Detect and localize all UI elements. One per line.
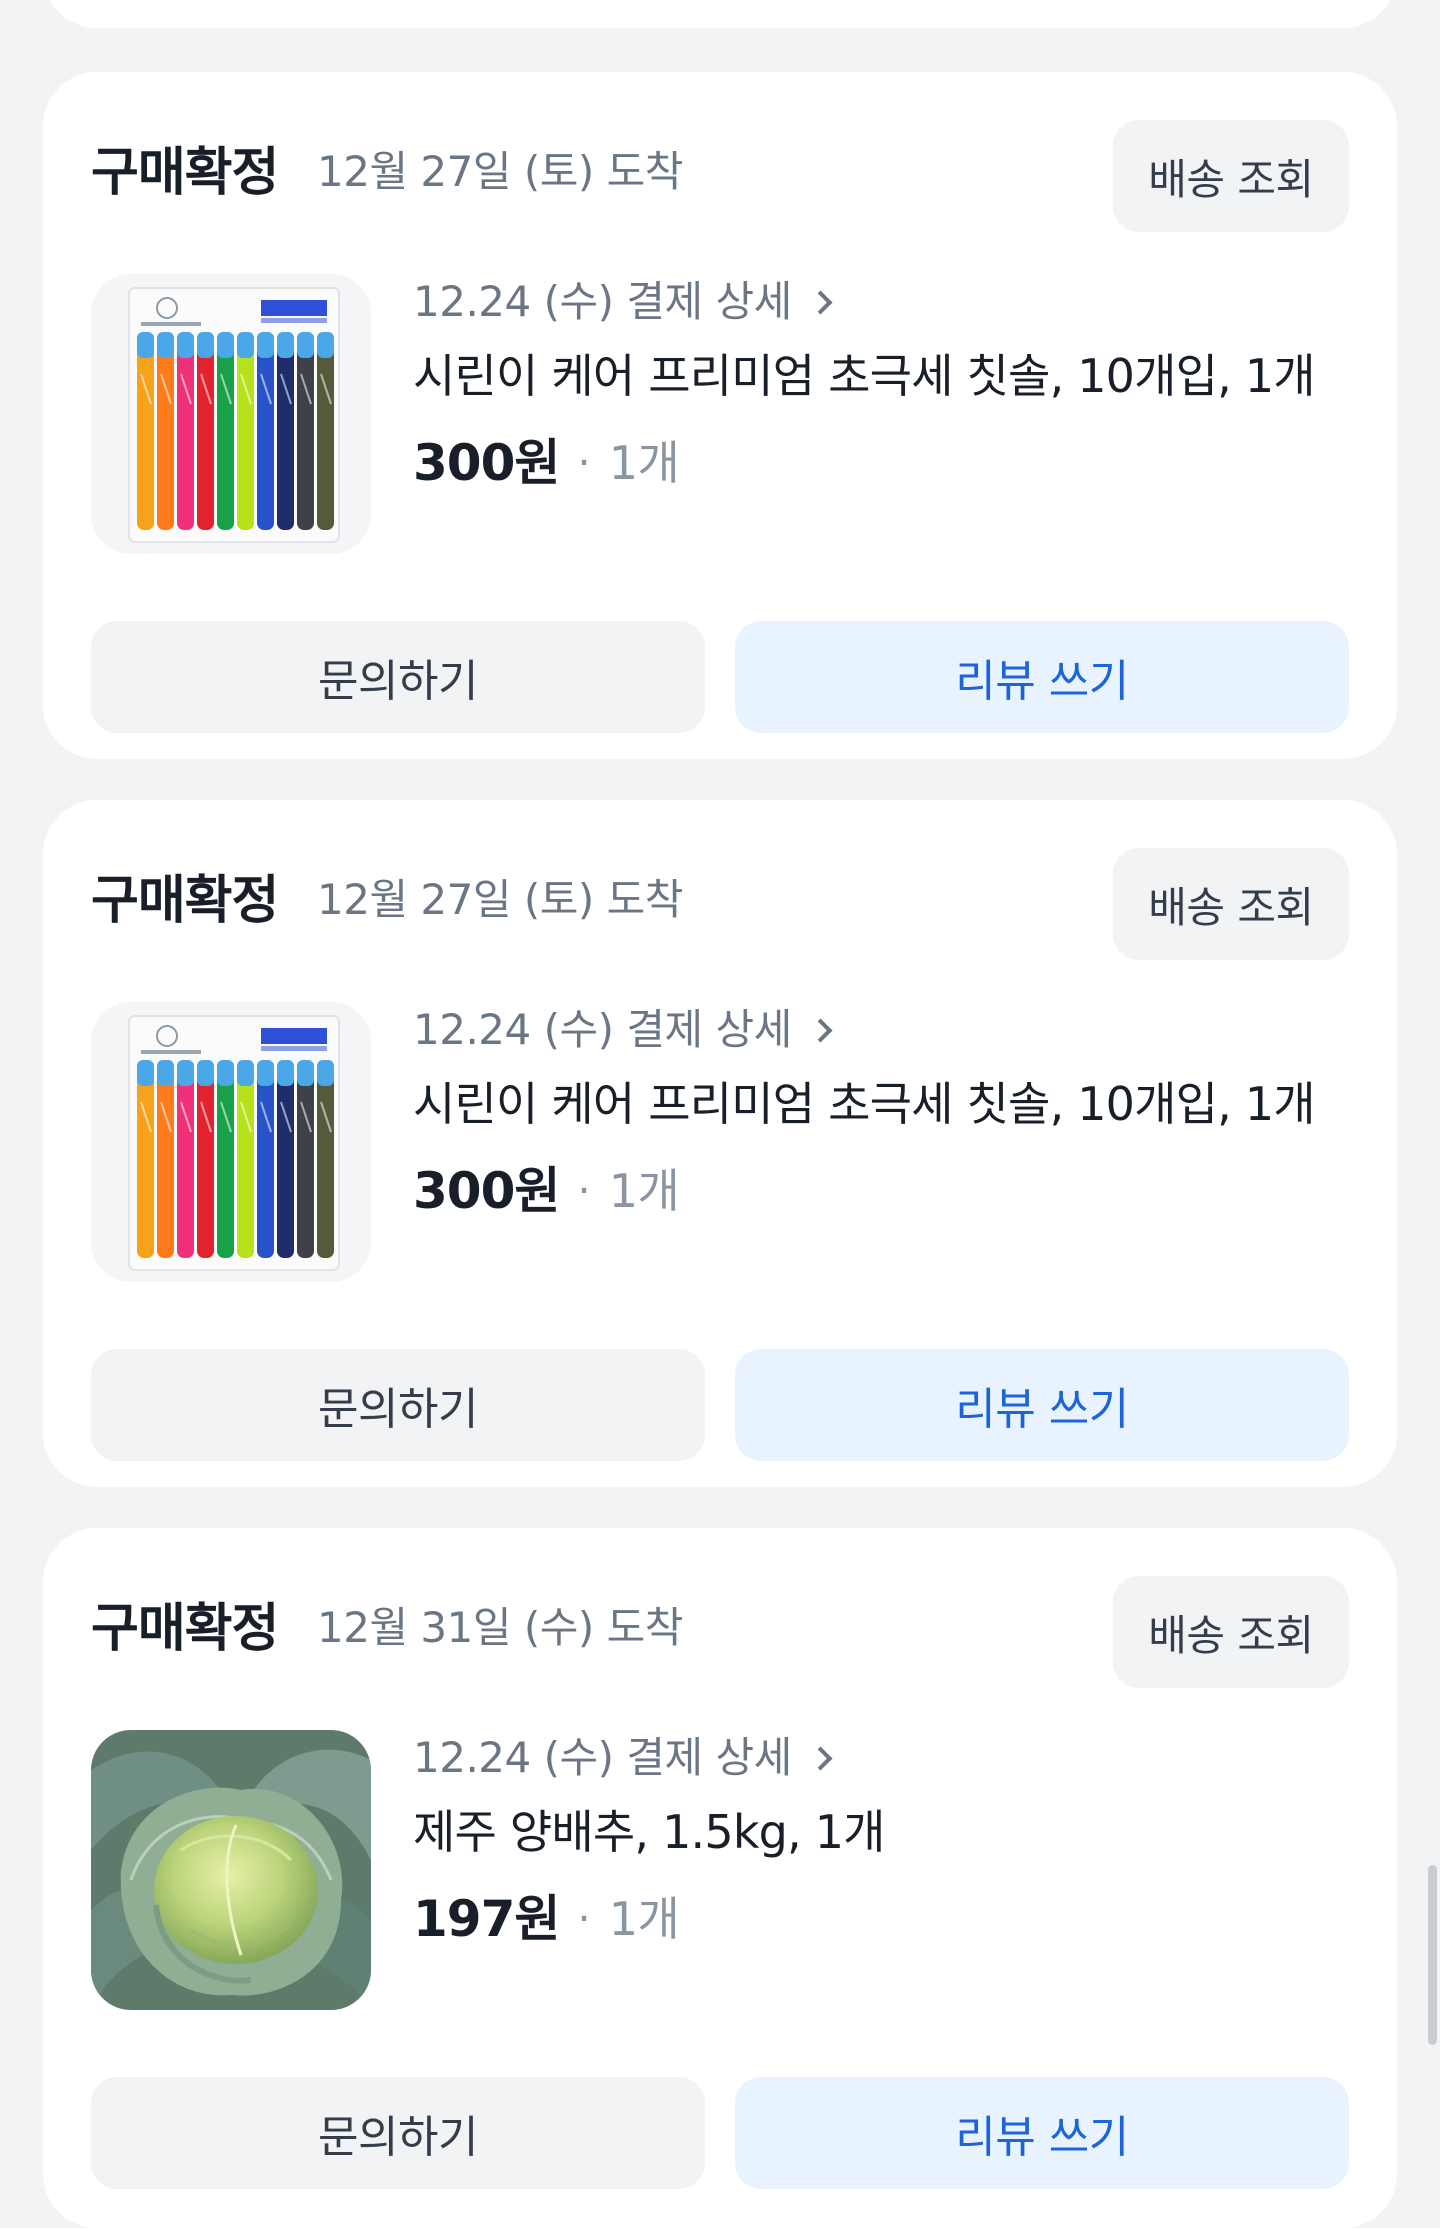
inquiry-button[interactable]: 문의하기 — [91, 1349, 705, 1461]
order-card-header: 구매확정 12월 27일 (토) 도착 배송 조회 — [91, 120, 1349, 232]
order-actions: 문의하기 리뷰 쓰기 — [91, 1349, 1349, 1461]
toothbrush-pack-image — [91, 274, 371, 554]
price: 300원 — [413, 1162, 560, 1220]
scrollbar-thumb[interactable] — [1428, 1865, 1437, 2045]
product-name[interactable]: 제주 양배추, 1.5kg, 1개 — [413, 1800, 1349, 1864]
track-delivery-button[interactable]: 배송 조회 — [1113, 120, 1349, 232]
inquiry-button[interactable]: 문의하기 — [91, 621, 705, 733]
quantity: 1개 — [608, 1892, 680, 1946]
price-line: 197원 · 1개 — [413, 1884, 1349, 1954]
order-card-header: 구매확정 12월 27일 (토) 도착 배송 조회 — [91, 848, 1349, 960]
product-image[interactable] — [91, 1002, 371, 1282]
inquiry-button[interactable]: 문의하기 — [91, 2077, 705, 2189]
payment-detail-label: 12.24 (수) 결제 상세 — [413, 277, 792, 326]
order-actions: 문의하기 리뷰 쓰기 — [91, 2077, 1349, 2189]
price-line: 300원 · 1개 — [413, 1156, 1349, 1226]
chevron-right-icon — [808, 289, 833, 315]
cabbage-image — [91, 1730, 371, 2010]
chevron-right-icon — [808, 1017, 833, 1043]
product-image[interactable] — [91, 274, 371, 554]
order-card: 구매확정 12월 31일 (수) 도착 배송 조회 12.24 (수) 결제 상… — [43, 1528, 1397, 2228]
chevron-right-icon — [808, 1745, 833, 1771]
payment-detail-label: 12.24 (수) 결제 상세 — [413, 1733, 792, 1782]
price-line: 300원 · 1개 — [413, 428, 1349, 498]
track-delivery-button[interactable]: 배송 조회 — [1113, 1576, 1349, 1688]
order-actions: 문의하기 리뷰 쓰기 — [91, 621, 1349, 733]
previous-card-bottom — [43, 0, 1397, 28]
track-delivery-button[interactable]: 배송 조회 — [1113, 848, 1349, 960]
order-info: 12.24 (수) 결제 상세 시린이 케어 프리미엄 초극세 칫솔, 10개입… — [413, 1000, 1349, 1226]
order-info: 12.24 (수) 결제 상세 시린이 케어 프리미엄 초극세 칫솔, 10개입… — [413, 272, 1349, 498]
write-review-button[interactable]: 리뷰 쓰기 — [735, 2077, 1349, 2189]
product-image[interactable] — [91, 1730, 371, 2010]
price: 300원 — [413, 434, 560, 492]
payment-detail-link[interactable]: 12.24 (수) 결제 상세 — [413, 1000, 1349, 1060]
arrival-date: 12월 27일 (토) 도착 — [317, 875, 683, 924]
order-status: 구매확정 — [91, 143, 279, 203]
payment-detail-label: 12.24 (수) 결제 상세 — [413, 1005, 792, 1054]
order-card: 구매확정 12월 27일 (토) 도착 배송 조회 12.24 (수) 결제 상… — [43, 72, 1397, 759]
price: 197원 — [413, 1890, 560, 1948]
order-card: 구매확정 12월 27일 (토) 도착 배송 조회 12.24 (수) 결제 상… — [43, 800, 1397, 1487]
quantity: 1개 — [608, 1164, 680, 1218]
write-review-button[interactable]: 리뷰 쓰기 — [735, 621, 1349, 733]
payment-detail-link[interactable]: 12.24 (수) 결제 상세 — [413, 272, 1349, 332]
toothbrush-pack-image — [91, 1002, 371, 1282]
order-status: 구매확정 — [91, 871, 279, 931]
product-name[interactable]: 시린이 케어 프리미엄 초극세 칫솔, 10개입, 1개 — [413, 1072, 1349, 1136]
arrival-date: 12월 27일 (토) 도착 — [317, 147, 683, 196]
write-review-button[interactable]: 리뷰 쓰기 — [735, 1349, 1349, 1461]
payment-detail-link[interactable]: 12.24 (수) 결제 상세 — [413, 1728, 1349, 1788]
separator-dot: · — [577, 1166, 591, 1215]
quantity: 1개 — [608, 436, 680, 490]
separator-dot: · — [577, 438, 591, 487]
product-name[interactable]: 시린이 케어 프리미엄 초극세 칫솔, 10개입, 1개 — [413, 344, 1349, 408]
arrival-date: 12월 31일 (수) 도착 — [317, 1603, 683, 1652]
separator-dot: · — [577, 1894, 591, 1943]
order-status: 구매확정 — [91, 1599, 279, 1659]
order-info: 12.24 (수) 결제 상세 제주 양배추, 1.5kg, 1개 197원 ·… — [413, 1728, 1349, 1954]
order-card-header: 구매확정 12월 31일 (수) 도착 배송 조회 — [91, 1576, 1349, 1688]
